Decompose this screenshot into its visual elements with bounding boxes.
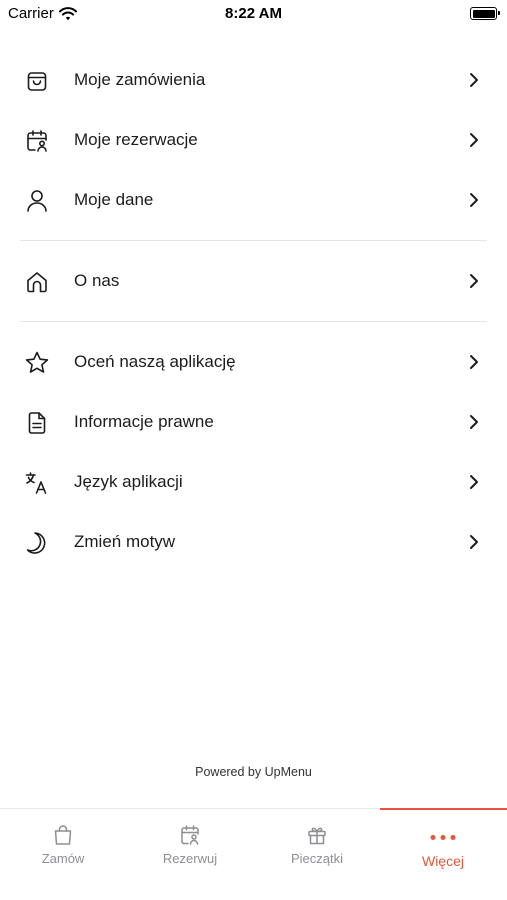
menu-item-change-theme[interactable]: Zmień motyw <box>0 512 507 572</box>
chevron-right-icon <box>469 414 479 430</box>
divider <box>20 321 487 322</box>
clock: 8:22 AM <box>225 5 282 22</box>
shopping-bag-icon <box>52 824 74 846</box>
status-bar: Carrier 8:22 AM <box>0 0 507 28</box>
menu-item-label: Moje dane <box>74 190 154 209</box>
menu-item-rate-app[interactable]: Oceń naszą aplikację <box>0 332 507 392</box>
tab-order[interactable]: Zamów <box>0 809 126 879</box>
active-tab-indicator <box>380 808 507 810</box>
tab-label: Rezerwuj <box>162 851 218 866</box>
menu-item-label: Język aplikacji <box>74 472 183 491</box>
home-icon <box>24 269 50 295</box>
tab-stamps[interactable]: Pieczątki <box>254 809 380 879</box>
calendar-user-icon <box>179 824 201 846</box>
moon-icon <box>24 530 50 556</box>
chevron-right-icon <box>469 72 479 88</box>
more-dots-icon <box>430 835 456 840</box>
chevron-right-icon <box>469 354 479 370</box>
menu-item-about-us[interactable]: O nas <box>0 251 507 311</box>
calendar-user-icon <box>24 128 50 154</box>
menu-item-reservations[interactable]: Moje rezerwacje <box>0 110 507 170</box>
divider <box>20 240 487 241</box>
chevron-right-icon <box>469 534 479 550</box>
battery-icon <box>470 7 500 20</box>
tab-reserve[interactable]: Rezerwuj <box>127 809 253 879</box>
menu-item-legal-info[interactable]: Informacje prawne <box>0 392 507 452</box>
chevron-right-icon <box>469 192 479 208</box>
chevron-right-icon <box>469 132 479 148</box>
shopping-bag-icon <box>24 68 50 94</box>
tab-label: Zamów <box>41 851 85 866</box>
gift-icon <box>306 824 328 846</box>
tab-more[interactable]: Więcej <box>380 808 507 879</box>
menu-item-label: Zmień motyw <box>74 532 176 551</box>
translate-icon <box>24 470 50 496</box>
menu-item-label: Moje rezerwacje <box>74 130 198 149</box>
tab-label: Pieczątki <box>290 851 344 866</box>
powered-by: Powered by UpMenu <box>195 765 312 779</box>
more-menu: Moje zamówienia Moje rezerwacje Moje dan… <box>0 50 507 572</box>
menu-item-label: Moje zamówienia <box>74 70 206 89</box>
menu-item-label: Oceń naszą aplikację <box>74 352 236 371</box>
chevron-right-icon <box>469 273 479 289</box>
menu-item-label: O nas <box>74 271 120 290</box>
chevron-right-icon <box>469 474 479 490</box>
tab-label: Więcej <box>421 853 464 869</box>
tab-bar: Zamów Rezerwuj Pieczątki Więcej <box>0 808 507 900</box>
star-icon <box>24 350 50 376</box>
document-icon <box>24 410 50 436</box>
user-icon <box>24 188 50 214</box>
menu-item-app-language[interactable]: Język aplikacji <box>0 452 507 512</box>
menu-item-my-data[interactable]: Moje dane <box>0 170 507 230</box>
menu-item-orders[interactable]: Moje zamówienia <box>0 50 507 110</box>
menu-item-label: Informacje prawne <box>74 412 214 431</box>
